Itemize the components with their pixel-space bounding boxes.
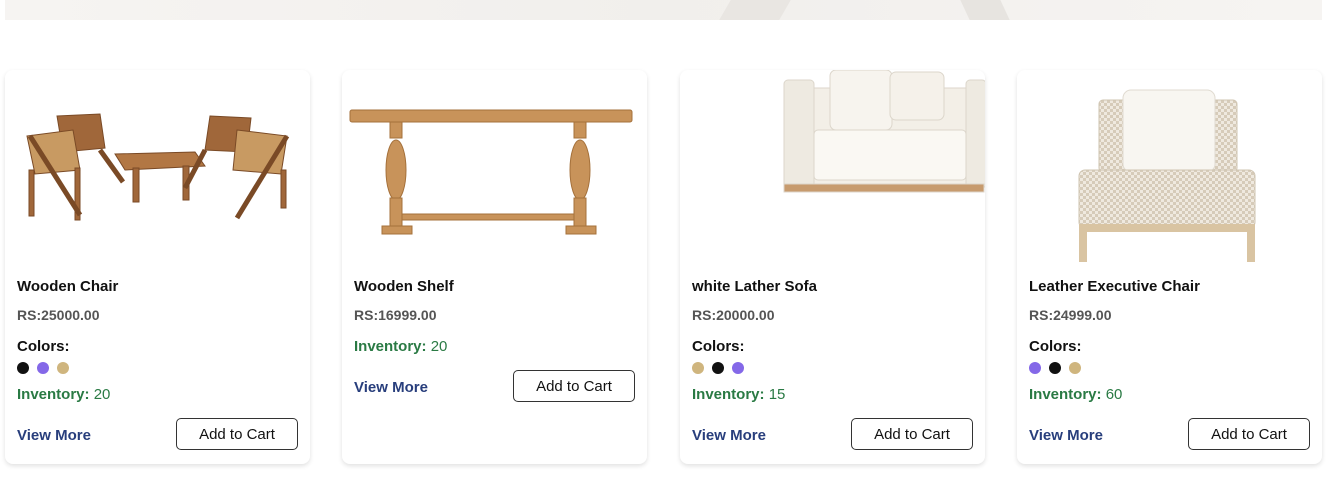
product-price: RS:16999.00 xyxy=(354,307,437,323)
color-swatch[interactable] xyxy=(1049,362,1061,374)
inventory-count: 20 xyxy=(93,386,111,403)
view-more-link[interactable]: View More xyxy=(354,379,428,396)
color-swatch[interactable] xyxy=(1029,362,1041,374)
color-swatches xyxy=(692,362,744,374)
color-swatch[interactable] xyxy=(17,362,29,374)
colors-label: Colors: xyxy=(692,338,745,355)
color-swatch[interactable] xyxy=(712,362,724,374)
product-grid: Wooden Chair RS:25000.00 Colors: Invento… xyxy=(5,70,1322,464)
inventory-count: 20 xyxy=(430,338,448,355)
color-swatch[interactable] xyxy=(37,362,49,374)
inventory-count: 15 xyxy=(768,386,786,403)
inventory-count: 60 xyxy=(1105,386,1123,403)
inventory-line: Inventory: 60 xyxy=(1029,386,1122,403)
add-to-cart-button[interactable]: Add to Cart xyxy=(513,370,635,402)
product-card: Wooden Shelf RS:16999.00 Inventory: 20 V… xyxy=(342,70,647,464)
product-price: RS:25000.00 xyxy=(17,307,100,323)
color-swatches xyxy=(17,362,69,374)
product-card: white Lather Sofa RS:20000.00 Colors: In… xyxy=(680,70,985,464)
view-more-link[interactable]: View More xyxy=(17,427,91,444)
product-card: Wooden Chair RS:25000.00 Colors: Invento… xyxy=(5,70,310,464)
inventory-label: Inventory: xyxy=(17,386,90,403)
product-image-wooden-chair[interactable] xyxy=(5,70,310,262)
product-image-wooden-shelf[interactable] xyxy=(342,70,647,262)
product-image-white-sofa[interactable] xyxy=(680,70,985,262)
color-swatch[interactable] xyxy=(1069,362,1081,374)
product-card: Leather Executive Chair RS:24999.00 Colo… xyxy=(1017,70,1322,464)
product-image-executive-chair[interactable] xyxy=(1017,70,1322,262)
view-more-link[interactable]: View More xyxy=(692,427,766,444)
product-title: Wooden Shelf xyxy=(354,278,454,295)
color-swatch[interactable] xyxy=(732,362,744,374)
colors-label: Colors: xyxy=(1029,338,1082,355)
color-swatch[interactable] xyxy=(692,362,704,374)
inventory-label: Inventory: xyxy=(1029,386,1102,403)
view-more-link[interactable]: View More xyxy=(1029,427,1103,444)
colors-label: Colors: xyxy=(17,338,70,355)
inventory-label: Inventory: xyxy=(354,338,427,355)
hero-banner-strip xyxy=(5,0,1322,20)
color-swatch[interactable] xyxy=(57,362,69,374)
add-to-cart-button[interactable]: Add to Cart xyxy=(851,418,973,450)
product-title: Leather Executive Chair xyxy=(1029,278,1200,295)
add-to-cart-button[interactable]: Add to Cart xyxy=(176,418,298,450)
add-to-cart-button[interactable]: Add to Cart xyxy=(1188,418,1310,450)
color-swatches xyxy=(1029,362,1081,374)
product-price: RS:20000.00 xyxy=(692,307,775,323)
inventory-label: Inventory: xyxy=(692,386,765,403)
product-title: white Lather Sofa xyxy=(692,278,818,295)
inventory-line: Inventory: 15 xyxy=(692,386,785,403)
inventory-line: Inventory: 20 xyxy=(354,338,447,355)
product-price: RS:24999.00 xyxy=(1029,307,1112,323)
inventory-line: Inventory: 20 xyxy=(17,386,110,403)
product-title: Wooden Chair xyxy=(17,278,119,295)
